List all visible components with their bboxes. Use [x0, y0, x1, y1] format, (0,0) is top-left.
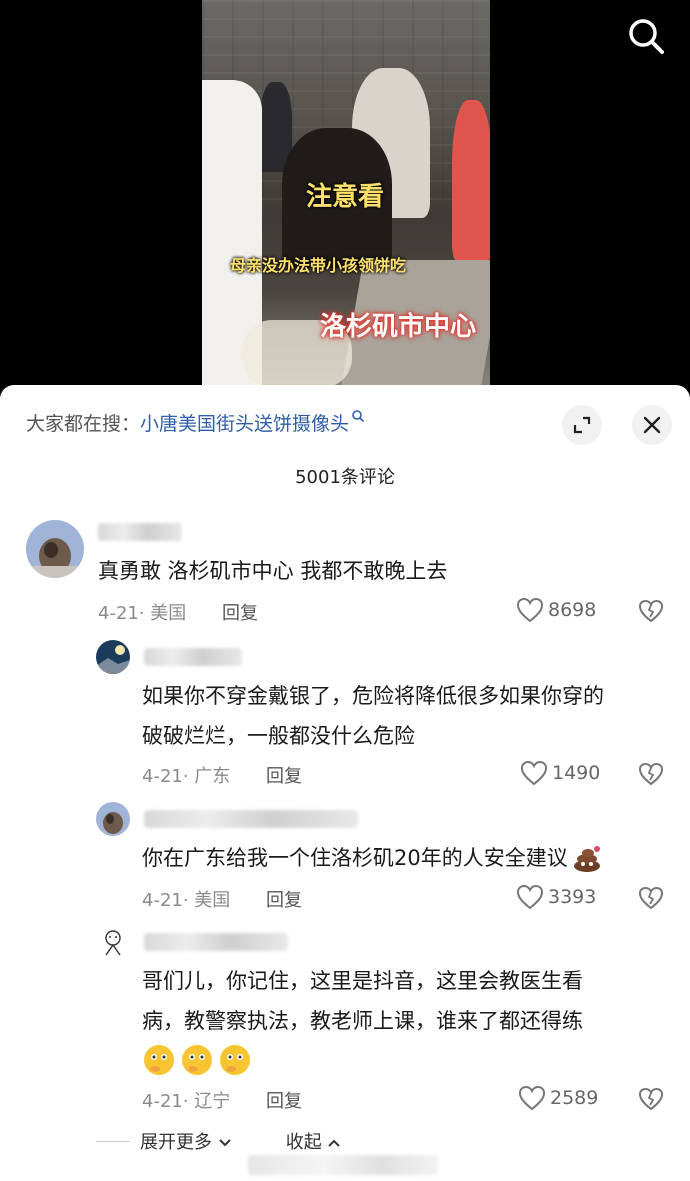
video-caption-middle: 母亲没办法带小孩领饼吃 — [230, 256, 407, 275]
thinking-emoji-icon — [144, 1045, 174, 1075]
close-icon — [643, 416, 661, 434]
like-count: 3393 — [548, 886, 597, 908]
close-button[interactable] — [632, 405, 672, 445]
like-button[interactable]: 1490 — [520, 760, 600, 786]
like-count: 1490 — [552, 762, 601, 784]
comment-text-line2: 破破烂烂，一般都没什么危险 — [142, 724, 415, 748]
search-suggestion-prefix: 大家都在搜： — [26, 413, 141, 435]
like-button[interactable]: 3393 — [516, 884, 596, 910]
poop-emoji-icon — [573, 846, 600, 872]
search-suggestion[interactable]: 大家都在搜：小唐美国街头送饼摄像头 — [26, 409, 365, 436]
comment-date-location: 4-21· 美国 — [142, 890, 231, 911]
heart-icon — [516, 884, 544, 910]
broken-heart-icon — [638, 1087, 664, 1111]
search-icon — [352, 410, 365, 423]
username[interactable] — [98, 523, 182, 541]
username[interactable] — [144, 810, 358, 828]
thinking-emoji-icon — [182, 1045, 212, 1075]
dislike-button[interactable] — [638, 599, 664, 627]
avatar[interactable] — [26, 520, 84, 578]
heart-icon — [518, 1085, 546, 1111]
expand-button[interactable] — [562, 405, 602, 445]
dislike-button[interactable] — [638, 762, 664, 790]
video-caption-bottom: 洛杉矶市中心 — [320, 312, 477, 342]
emoji-row — [142, 1043, 252, 1077]
comment-reply: 如果你不穿金戴银了，危险将降低很多如果你穿的 破破烂烂，一般都没什么危险 4-2… — [0, 640, 690, 790]
thinking-emoji-icon — [220, 1045, 250, 1075]
comment-date-location: 4-21· 广东 — [142, 766, 231, 787]
like-button[interactable]: 2589 — [518, 1085, 598, 1111]
expand-icon — [573, 416, 591, 434]
avatar[interactable] — [96, 802, 130, 836]
avatar[interactable] — [96, 925, 130, 959]
reply-button[interactable]: 回复 — [222, 599, 258, 625]
comment-date-location: 4-21· 辽宁 — [142, 1091, 231, 1112]
search-button[interactable] — [624, 14, 668, 58]
replies-controls: 展开更多 收起 — [96, 1128, 341, 1154]
comment-reply: 你在广东给我一个住洛杉矶20年的人安全建议 4-21· 美国 回复 3393 — [0, 802, 690, 917]
video-caption-top: 注意看 — [306, 182, 385, 212]
chevron-up-icon — [328, 1139, 341, 1147]
expand-more-button[interactable]: 展开更多 — [140, 1128, 232, 1154]
video-frame[interactable]: 注意看 母亲没办法带小孩领饼吃 洛杉矶市中心 — [202, 0, 490, 388]
expand-more-label: 展开更多 — [140, 1132, 212, 1153]
comment-text: 真勇敢 洛杉矶市中心 我都不敢晚上去 — [98, 559, 448, 583]
like-count: 2589 — [550, 1087, 599, 1109]
dislike-button[interactable] — [638, 886, 664, 914]
comment: 真勇敢 洛杉矶市中心 我都不敢晚上去 4-21· 美国 回复 8698 — [0, 515, 690, 635]
broken-heart-icon — [638, 599, 664, 623]
reply-button[interactable]: 回复 — [266, 886, 302, 912]
comment-text-line2: 病，教警察执法，教老师上课，谁来了都还得练 — [142, 1009, 583, 1033]
broken-heart-icon — [638, 886, 664, 910]
search-suggestion-query[interactable]: 小唐美国街头送饼摄像头 — [140, 413, 349, 435]
heart-icon — [516, 597, 544, 623]
search-icon — [629, 19, 664, 54]
video-player[interactable]: 注意看 母亲没办法带小孩领饼吃 洛杉矶市中心 — [0, 0, 690, 400]
comment-text-line1: 哥们儿，你记住，这里是抖音，这里会教医生看 — [142, 969, 583, 993]
avatar[interactable] — [96, 640, 130, 674]
dislike-button[interactable] — [638, 1087, 664, 1115]
collapse-button[interactable]: 收起 — [286, 1128, 342, 1154]
username[interactable] — [144, 648, 242, 666]
like-count: 8698 — [548, 599, 597, 621]
divider — [96, 1140, 130, 1142]
comment-reply: 哥们儿，你记住，这里是抖音，这里会教医生看 病，教警察执法，教老师上课，谁来了都… — [0, 925, 690, 1115]
comment-count: 5001条评论 — [295, 467, 395, 488]
username[interactable] — [144, 933, 288, 951]
video-person — [452, 100, 490, 260]
like-button[interactable]: 8698 — [516, 597, 596, 623]
reply-button[interactable]: 回复 — [266, 762, 302, 788]
comment-text-line1: 如果你不穿金戴银了，危险将降低很多如果你穿的 — [142, 684, 604, 708]
heart-icon — [520, 760, 548, 786]
chevron-down-icon — [219, 1139, 231, 1147]
broken-heart-icon — [638, 762, 664, 786]
comment-text-content: 你在广东给我一个住洛杉矶20年的人安全建议 — [142, 846, 568, 870]
comment-date-location: 4-21· 美国 — [98, 603, 187, 624]
comment-text: 你在广东给我一个住洛杉矶20年的人安全建议 — [142, 838, 602, 878]
collapse-label: 收起 — [285, 1132, 322, 1153]
comment-panel: 大家都在搜：小唐美国街头送饼摄像头 5001条评论 真勇敢 洛杉矶市中心 我都不… — [0, 385, 690, 1181]
reply-button[interactable]: 回复 — [266, 1087, 302, 1113]
watermark — [248, 1155, 438, 1175]
